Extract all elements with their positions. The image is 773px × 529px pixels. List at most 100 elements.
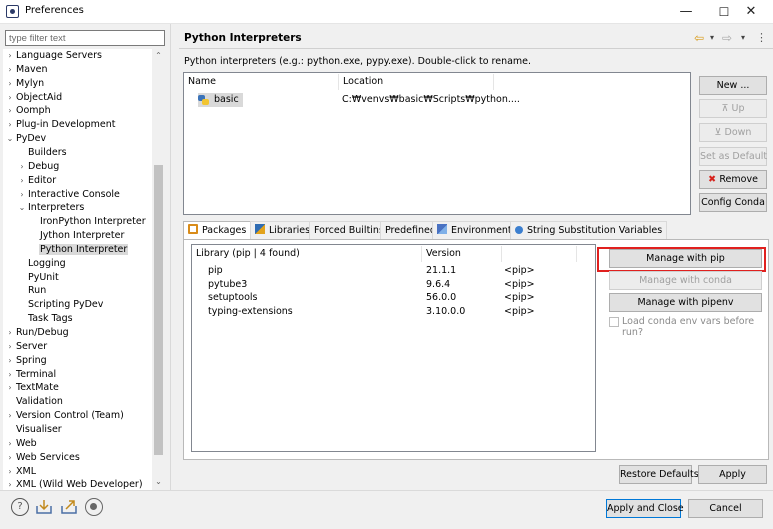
back-menu-icon[interactable]: ▾ — [710, 30, 714, 46]
back-arrow-icon[interactable]: ⇦ — [694, 30, 704, 46]
tab-string-substitution[interactable]: String Substitution Variables — [510, 221, 668, 239]
package-source-cell[interactable]: <pip> — [504, 291, 535, 304]
filter-input[interactable] — [5, 30, 165, 46]
scroll-down-icon[interactable]: ⌄ — [152, 477, 165, 486]
forward-menu-icon[interactable]: ▾ — [741, 30, 745, 46]
tree-item[interactable]: › Maven — [5, 63, 49, 77]
tree-item[interactable]: › Debug — [17, 160, 60, 174]
collapsed-arrow-icon[interactable]: › — [5, 409, 15, 423]
sash-divider[interactable] — [170, 24, 171, 490]
tree-item[interactable]: ⌄ Interpreters — [17, 201, 85, 215]
package-source-cell[interactable]: <pip> — [504, 305, 535, 318]
tab-forced-builtins[interactable]: Forced Builtins — [309, 221, 389, 239]
tree-item[interactable]: Builders — [17, 146, 68, 160]
tree-item[interactable]: › Version Control (Team) — [5, 409, 125, 423]
column-header-location[interactable]: Location — [339, 74, 494, 90]
oomph-record-icon[interactable] — [85, 498, 103, 516]
minimize-button[interactable]: — — [666, 0, 706, 24]
tree-item[interactable]: › ObjectAid — [5, 91, 63, 105]
tree-item[interactable]: › Editor — [17, 174, 57, 188]
new-interpreter-button[interactable]: New ... — [699, 76, 767, 95]
config-conda-button[interactable]: Config Conda — [699, 193, 767, 212]
manage-with-conda-button[interactable]: Manage with conda — [609, 271, 762, 290]
up-button[interactable]: ⊼ Up — [699, 99, 767, 118]
apply-button[interactable]: Apply — [698, 465, 767, 484]
interpreters-table[interactable]: Name Location basic C:₩venvs₩basic₩Scrip… — [183, 72, 691, 215]
tree-item[interactable]: Python Interpreter — [29, 243, 129, 257]
collapsed-arrow-icon[interactable]: › — [5, 340, 15, 354]
column-header-source[interactable] — [502, 246, 577, 262]
column-header-name[interactable]: Name — [184, 74, 339, 90]
manage-with-pipenv-button[interactable]: Manage with pipenv — [609, 293, 762, 312]
interpreter-name-cell[interactable]: basic — [198, 93, 243, 107]
tree-item[interactable]: › Plug-in Development — [5, 118, 116, 132]
collapsed-arrow-icon[interactable]: › — [5, 49, 15, 63]
collapsed-arrow-icon[interactable]: › — [5, 91, 15, 105]
tree-item[interactable]: › Oomph — [5, 104, 52, 118]
tree-item[interactable]: › Web — [5, 437, 38, 451]
collapsed-arrow-icon[interactable]: › — [5, 77, 15, 91]
column-header-version[interactable]: Version — [422, 246, 502, 262]
collapsed-arrow-icon[interactable]: › — [5, 381, 15, 395]
tree-item[interactable]: › Mylyn — [5, 77, 45, 91]
package-name-cell[interactable]: setuptools — [208, 291, 258, 304]
tab-packages[interactable]: Packages — [183, 221, 252, 240]
packages-table[interactable]: Library (pip | 4 found) Version pip 21.1.… — [191, 244, 596, 452]
export-icon[interactable] — [60, 498, 78, 516]
collapsed-arrow-icon[interactable]: › — [5, 354, 15, 368]
package-source-cell[interactable]: <pip> — [504, 278, 535, 291]
collapsed-arrow-icon[interactable]: › — [5, 118, 15, 132]
restore-defaults-button[interactable]: Restore Defaults — [619, 465, 699, 484]
tab-environment[interactable]: Environment — [432, 221, 517, 239]
expanded-arrow-icon[interactable]: ⌄ — [5, 132, 15, 146]
expanded-arrow-icon[interactable]: ⌄ — [17, 201, 27, 215]
tree-item[interactable]: › XML — [5, 465, 37, 479]
package-name-cell[interactable]: typing-extensions — [208, 305, 293, 318]
load-conda-checkbox[interactable] — [609, 317, 619, 327]
column-header-library[interactable]: Library (pip | 4 found) — [192, 246, 422, 262]
collapsed-arrow-icon[interactable]: › — [5, 451, 15, 465]
down-button[interactable]: ⊻ Down — [699, 123, 767, 142]
tree-item[interactable]: Jython Interpreter — [29, 229, 125, 243]
tree-item[interactable]: Validation — [5, 395, 64, 409]
tree-item[interactable]: PyUnit — [17, 271, 60, 285]
tree-item[interactable]: › Terminal — [5, 368, 57, 382]
tree-item[interactable]: › TextMate — [5, 381, 60, 395]
package-source-cell[interactable]: <pip> — [504, 264, 535, 277]
set-default-button[interactable]: Set as Default — [699, 147, 767, 166]
tree-item[interactable]: › Spring — [5, 354, 48, 368]
tree-item[interactable]: Logging — [17, 257, 67, 271]
collapsed-arrow-icon[interactable]: › — [5, 63, 15, 77]
tree-item[interactable]: › Web Services — [5, 451, 81, 465]
tree-item[interactable]: Visualiser — [5, 423, 63, 437]
tree-item[interactable]: Scripting PyDev — [17, 298, 104, 312]
tree-item[interactable]: › XML (Wild Web Developer) — [5, 478, 144, 490]
tab-libraries[interactable]: Libraries — [250, 221, 316, 239]
forward-arrow-icon[interactable]: ⇨ — [722, 30, 732, 46]
collapsed-arrow-icon[interactable]: › — [5, 104, 15, 118]
tree-item[interactable]: › Language Servers — [5, 49, 103, 63]
tree-item[interactable]: IronPython Interpreter — [29, 215, 147, 229]
package-name-cell[interactable]: pip — [208, 264, 223, 277]
collapsed-arrow-icon[interactable]: › — [17, 160, 27, 174]
tree-item[interactable]: › Interactive Console — [17, 188, 121, 202]
package-version-cell[interactable]: 3.10.0.0 — [426, 305, 465, 318]
interpreter-location-cell[interactable]: C:₩venvs₩basic₩Scripts₩python.... — [342, 93, 520, 107]
collapsed-arrow-icon[interactable]: › — [5, 368, 15, 382]
collapsed-arrow-icon[interactable]: › — [17, 174, 27, 188]
package-version-cell[interactable]: 21.1.1 — [426, 264, 456, 277]
remove-button[interactable]: ✖ Remove — [699, 170, 767, 189]
tree-item[interactable]: Task Tags — [17, 312, 74, 326]
tree-scroll-thumb[interactable] — [154, 165, 163, 455]
help-icon[interactable]: ? — [11, 498, 29, 516]
scroll-up-icon[interactable]: ⌃ — [152, 51, 165, 60]
collapsed-arrow-icon[interactable]: › — [17, 188, 27, 202]
tree-item[interactable]: Run — [17, 284, 47, 298]
tree-item[interactable]: › Server — [5, 340, 48, 354]
collapsed-arrow-icon[interactable]: › — [5, 478, 15, 490]
cancel-button[interactable]: Cancel — [688, 499, 763, 518]
package-version-cell[interactable]: 9.6.4 — [426, 278, 450, 291]
collapsed-arrow-icon[interactable]: › — [5, 326, 15, 340]
import-icon[interactable] — [35, 498, 53, 516]
package-version-cell[interactable]: 56.0.0 — [426, 291, 456, 304]
